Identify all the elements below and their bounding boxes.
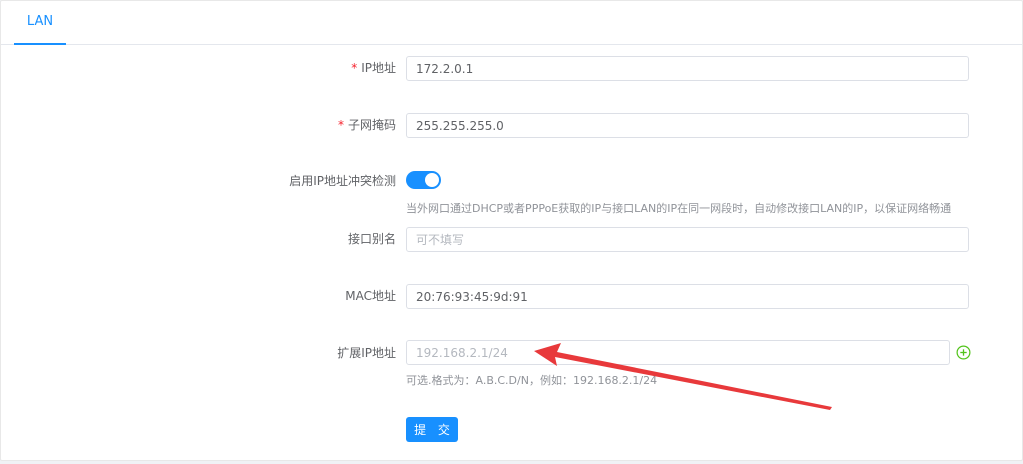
alias-label: 接口别名 (347, 232, 396, 246)
ip-input[interactable] (406, 56, 969, 81)
submit-button[interactable]: 提 交 (406, 417, 458, 442)
required-mark: * (351, 61, 358, 75)
ext-ip-hint: 可选.格式为：A.B.C.D/N，例如：192.168.2.1/24 (406, 374, 658, 387)
conflict-detect-hint: 当外网口通过DHCP或者PPPoE获取的IP与接口LAN的IP在同一网段时，自动… (406, 202, 952, 215)
mac-label: MAC地址 (345, 289, 396, 303)
tab-lan[interactable]: LAN (14, 1, 66, 45)
plus-circle-icon[interactable] (956, 345, 971, 360)
lan-settings-card: LAN *IP地址 *子网掩码 启用IP地址冲突检测 当外网口通过DHCP或者P… (0, 0, 1023, 461)
conflict-detect-switch[interactable] (406, 171, 441, 189)
netmask-label: * 子网掩码 (337, 118, 396, 132)
mac-input[interactable] (406, 284, 969, 309)
netmask-input[interactable] (406, 113, 969, 138)
switch-knob (425, 173, 439, 187)
conflict-detect-label: 启用IP地址冲突检测 (289, 174, 396, 188)
ext-ip-input[interactable] (406, 340, 950, 365)
alias-input[interactable] (406, 227, 969, 252)
ip-label: * IP地址 (351, 61, 396, 75)
tab-bar: LAN (1, 1, 1022, 45)
ext-ip-label: 扩展IP地址 (337, 346, 396, 360)
required-mark: * (337, 118, 344, 132)
